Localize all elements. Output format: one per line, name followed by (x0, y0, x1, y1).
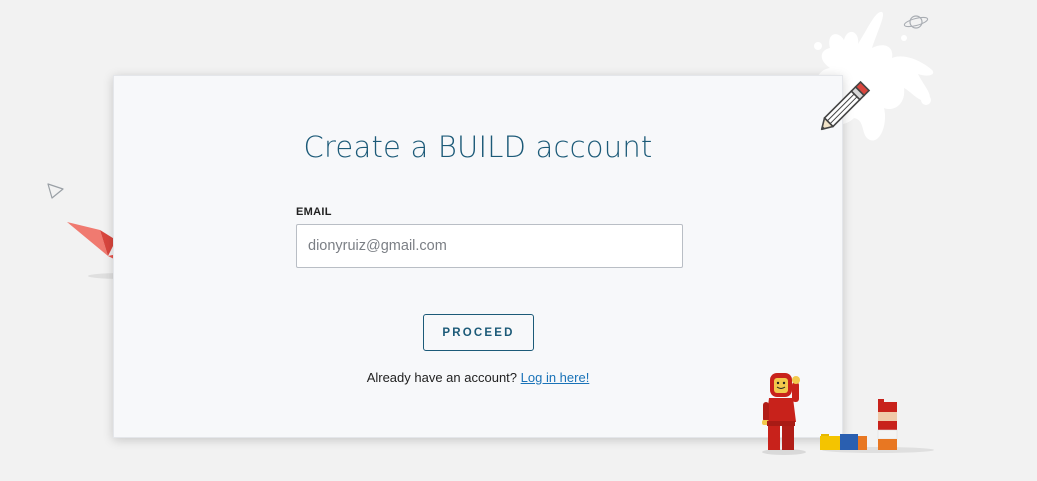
lego-bricks-icon (820, 399, 934, 453)
page-title: Create a BUILD account (303, 130, 653, 164)
proceed-button[interactable]: PROCEED (423, 314, 534, 351)
paper-plane-icon (47, 183, 64, 199)
signup-card: Create a BUILD account EMAIL PROCEED Alr… (113, 75, 843, 438)
email-label: EMAIL (296, 206, 332, 218)
page-stage: Create a BUILD account EMAIL PROCEED Alr… (0, 0, 1037, 481)
login-link[interactable]: Log in here! (521, 370, 590, 385)
login-prompt-line: Already have an account? Log in here! (114, 370, 842, 385)
lego-astronaut-icon (762, 373, 806, 455)
login-prompt-text: Already have an account? (366, 370, 518, 385)
pencil-icon (820, 80, 871, 131)
email-field[interactable] (296, 224, 683, 268)
planet-icon (903, 15, 929, 29)
